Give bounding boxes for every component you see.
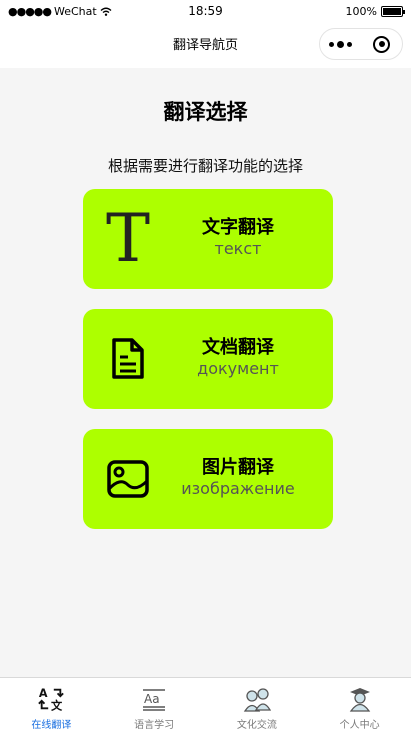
battery-percent: 100% bbox=[345, 5, 377, 18]
card-title: 图片翻译 bbox=[202, 457, 274, 478]
profile-icon bbox=[346, 685, 374, 713]
more-button[interactable] bbox=[320, 40, 361, 48]
culture-exchange-icon bbox=[243, 685, 271, 713]
document-translate-card[interactable]: 文档翻译 документ bbox=[83, 309, 333, 409]
nav-bar: 翻译导航页 bbox=[0, 24, 411, 68]
status-bar: ●●●●● WeChat 18:59 100% bbox=[0, 0, 411, 24]
tab-label: 语言学习 bbox=[134, 720, 175, 731]
language-learning-icon: Aa bbox=[140, 685, 168, 713]
svg-text:Aa: Aa bbox=[144, 692, 160, 706]
close-target-icon bbox=[373, 35, 390, 53]
tab-online-translate[interactable]: A 文 在线翻译 bbox=[0, 678, 103, 733]
text-translate-card[interactable]: T 文字翻译 текст bbox=[83, 189, 333, 289]
mini-program-capsule bbox=[319, 28, 403, 60]
card-title: 文档翻译 bbox=[202, 337, 274, 358]
translate-icon: A 文 bbox=[37, 685, 65, 713]
tab-language-learning[interactable]: Aa 语言学习 bbox=[103, 678, 206, 733]
card-subtitle: документ bbox=[197, 359, 279, 378]
page-subtitle: 根据需要进行翻译功能的选择 bbox=[107, 157, 303, 175]
battery-icon bbox=[381, 6, 405, 17]
svg-text:A: A bbox=[39, 687, 48, 700]
card-subtitle: текст bbox=[214, 239, 262, 258]
card-title: 文字翻译 bbox=[202, 217, 274, 238]
battery-group: 100% bbox=[345, 5, 405, 18]
tab-label: 个人中心 bbox=[339, 720, 380, 731]
document-icon bbox=[103, 329, 153, 389]
image-icon bbox=[103, 449, 153, 509]
tab-label: 在线翻译 bbox=[31, 720, 72, 731]
close-button[interactable] bbox=[361, 35, 402, 53]
tab-bar: A 文 在线翻译 Aa 语言学习 文化交流 个人中心 bbox=[0, 677, 411, 733]
tab-culture-exchange[interactable]: 文化交流 bbox=[206, 678, 309, 733]
tab-label: 文化交流 bbox=[236, 720, 277, 731]
text-t-icon: T bbox=[105, 200, 151, 277]
svg-text:文: 文 bbox=[51, 698, 63, 712]
image-translate-card[interactable]: 图片翻译 изображение bbox=[83, 429, 333, 529]
page-title: 翻译选择 bbox=[163, 100, 248, 124]
tab-profile[interactable]: 个人中心 bbox=[308, 678, 411, 733]
card-subtitle: изображение bbox=[181, 479, 295, 498]
